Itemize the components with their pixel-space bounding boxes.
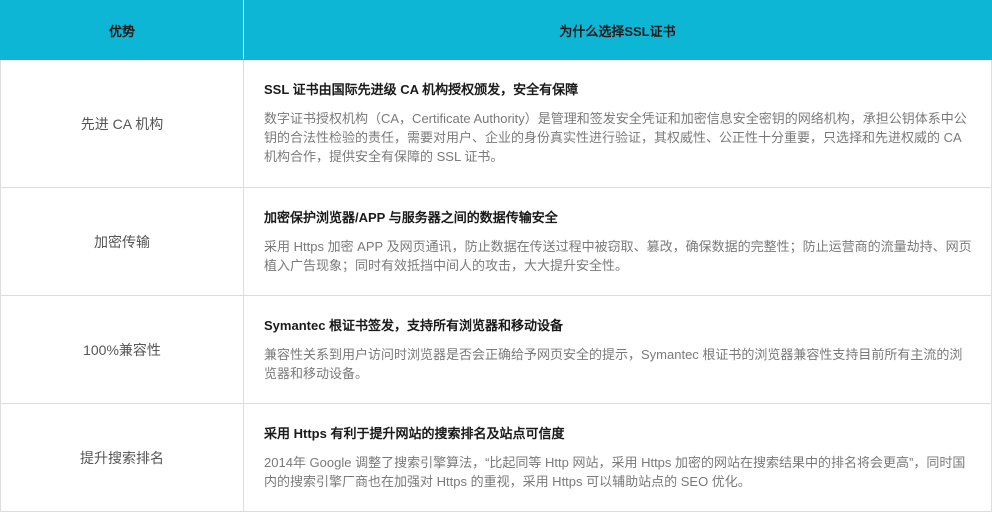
ssl-advantages-table: 优势 为什么选择SSL证书 先进 CA 机构 SSL 证书由国际先进级 CA 机… xyxy=(0,0,992,512)
advantage-cell: 100%兼容性 xyxy=(0,295,244,404)
description-cell: Symantec 根证书签发，支持所有浏览器和移动设备 兼容性关系到用户访问时浏… xyxy=(243,295,992,404)
table-row: 加密传输 加密保护浏览器/APP 与服务器之间的数据传输安全 采用 Https … xyxy=(0,187,992,296)
table-header: 优势 为什么选择SSL证书 xyxy=(0,0,992,60)
description-body: 兼容性关系到用户访问时浏览器是否会正确给予网页安全的提示，Symantec 根证… xyxy=(264,347,963,381)
description-title: 加密保护浏览器/APP 与服务器之间的数据传输安全 xyxy=(264,210,558,225)
description-title: 采用 Https 有利于提升网站的搜索排名及站点可信度 xyxy=(264,426,565,441)
advantage-cell: 先进 CA 机构 xyxy=(0,59,244,188)
table-row: 提升搜索排名 采用 Https 有利于提升网站的搜索排名及站点可信度 2014年… xyxy=(0,403,992,512)
advantage-cell: 提升搜索排名 xyxy=(0,403,244,512)
table-body: 先进 CA 机构 SSL 证书由国际先进级 CA 机构授权颁发，安全有保障 数字… xyxy=(0,59,992,512)
header-advantage: 优势 xyxy=(0,0,244,60)
header-reason: 为什么选择SSL证书 xyxy=(243,0,992,60)
header-row: 优势 为什么选择SSL证书 xyxy=(0,0,992,60)
table-row: 先进 CA 机构 SSL 证书由国际先进级 CA 机构授权颁发，安全有保障 数字… xyxy=(0,59,992,188)
description-cell: SSL 证书由国际先进级 CA 机构授权颁发，安全有保障 数字证书授权机构（CA… xyxy=(243,59,992,188)
description-body: 采用 Https 加密 APP 及网页通讯，防止数据在传送过程中被窃取、篡改，确… xyxy=(264,239,972,273)
description-title: SSL 证书由国际先进级 CA 机构授权颁发，安全有保障 xyxy=(264,82,579,97)
advantage-cell: 加密传输 xyxy=(0,187,244,296)
description-body: 2014年 Google 调整了搜索引擎算法，“比起同等 Http 网站，采用 … xyxy=(264,455,966,489)
description-body: 数字证书授权机构（CA，Certificate Authority）是管理和签发… xyxy=(264,111,967,164)
table-row: 100%兼容性 Symantec 根证书签发，支持所有浏览器和移动设备 兼容性关… xyxy=(0,295,992,404)
description-cell: 采用 Https 有利于提升网站的搜索排名及站点可信度 2014年 Google… xyxy=(243,403,992,512)
description-cell: 加密保护浏览器/APP 与服务器之间的数据传输安全 采用 Https 加密 AP… xyxy=(243,187,992,296)
description-title: Symantec 根证书签发，支持所有浏览器和移动设备 xyxy=(264,318,564,333)
